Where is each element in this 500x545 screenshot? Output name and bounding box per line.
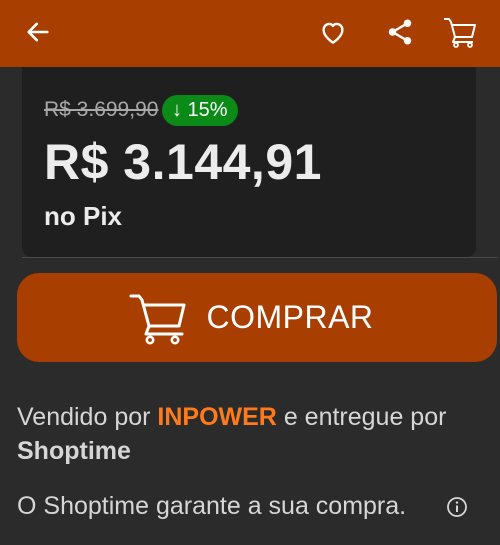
delivered-by-prefix: e entregue por <box>283 403 447 431</box>
cart-button[interactable] <box>440 12 480 52</box>
cart-icon <box>129 294 186 344</box>
buy-button[interactable]: COMPRAR <box>17 273 497 362</box>
payment-method-label: no Pix <box>44 201 123 231</box>
share-button[interactable] <box>380 12 420 52</box>
current-price: R$ 3.144,91 <box>44 134 322 190</box>
heart-icon <box>322 22 344 44</box>
guarantee-text: O Shoptime garante a sua compra. <box>17 492 407 520</box>
info-icon[interactable] <box>446 496 468 518</box>
discount-badge: ↓ 15% <box>162 95 238 126</box>
top-app-bar <box>0 0 500 67</box>
buy-button-label: COMPRAR <box>206 299 374 335</box>
divider <box>22 257 498 258</box>
cart-icon <box>444 18 476 48</box>
back-button[interactable] <box>18 12 58 52</box>
favorite-button[interactable] <box>313 12 353 52</box>
deliverer-name: Shoptime <box>17 437 131 465</box>
price-card: R$ 3.699,90 ↓ 15% R$ 3.144,91 no Pix <box>22 67 498 258</box>
arrow-left-icon <box>27 22 49 42</box>
sold-by-prefix: Vendido por <box>17 403 151 431</box>
share-icon <box>388 19 412 45</box>
seller-info: Vendido por INPOWER e entregue por Shopt… <box>17 400 487 468</box>
seller-name-link[interactable]: INPOWER <box>157 403 276 431</box>
old-price: R$ 3.699,90 <box>44 98 159 121</box>
